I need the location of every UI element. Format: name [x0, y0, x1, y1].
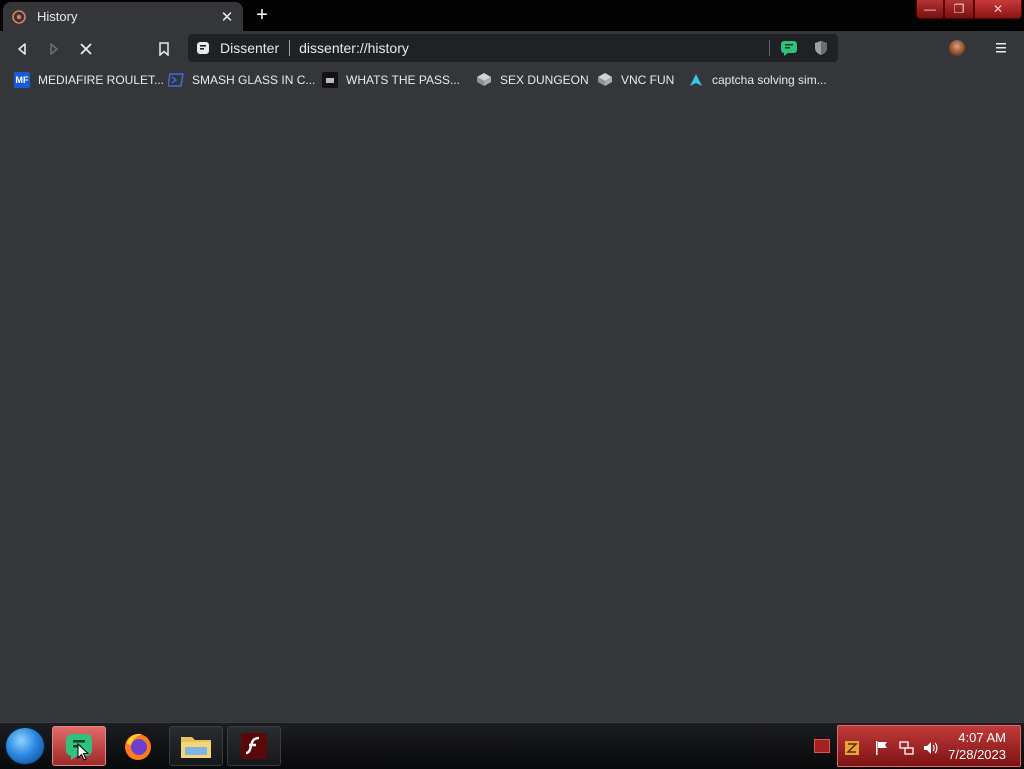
bookmark-label: WHATS THE PASS...	[346, 73, 461, 87]
system-tray: 4:07 AM 7/28/2023	[837, 725, 1021, 767]
mouse-cursor-icon	[77, 743, 89, 761]
powershell-icon	[168, 72, 184, 88]
dissenter-comment-icon[interactable]	[780, 40, 798, 56]
folder-icon	[181, 737, 211, 758]
start-button[interactable]	[6, 728, 44, 764]
bookmark-label: SMASH GLASS IN C...	[192, 73, 316, 87]
address-bar[interactable]: Dissenter dissenter://history	[188, 34, 838, 62]
clock[interactable]: 4:07 AM 7/28/2023	[948, 729, 1006, 763]
taskbar-firefox[interactable]	[111, 726, 165, 766]
stop-button[interactable]	[76, 39, 96, 59]
server-icon	[476, 72, 492, 88]
bookmarks-bar: MF MEDIAFIRE ROULET... SMASH GLASS IN C.…	[0, 66, 1024, 94]
back-button[interactable]	[12, 39, 32, 59]
tab-close-icon[interactable]: ✕	[219, 8, 235, 26]
network-icon[interactable]	[898, 740, 914, 756]
url-text[interactable]: dissenter://history	[299, 40, 769, 56]
bookmark-item-mediafire[interactable]: MF MEDIAFIRE ROULET...	[14, 71, 164, 89]
page-content	[0, 94, 1024, 722]
clock-time: 4:07 AM	[958, 730, 1006, 745]
window-controls: — ❐ ✕	[916, 0, 1022, 19]
taskbar-flash[interactable]	[227, 726, 281, 766]
history-favicon-icon	[11, 9, 27, 25]
action-center-flag-icon[interactable]	[874, 740, 890, 756]
menu-button[interactable]	[994, 41, 1008, 55]
bookmark-item-captcha[interactable]: captcha solving sim...	[688, 71, 827, 89]
site-chip[interactable]: Dissenter	[188, 40, 279, 56]
omnibox-divider	[289, 40, 291, 56]
forward-button[interactable]	[44, 39, 64, 59]
server-icon	[597, 72, 613, 88]
flash-player-icon	[241, 733, 267, 759]
stop-icon	[80, 43, 92, 55]
volume-icon[interactable]	[922, 740, 938, 756]
minimize-button[interactable]: —	[916, 0, 944, 19]
tab-history[interactable]: History ✕	[3, 2, 243, 31]
clock-date: 7/28/2023	[948, 747, 1006, 762]
tray-overflow-icon[interactable]	[814, 739, 830, 753]
firefox-icon	[125, 733, 151, 760]
bookmark-item-sex-dungeon[interactable]: SEX DUNGEON	[476, 71, 589, 89]
new-tab-button[interactable]: +	[251, 5, 273, 27]
bookmark-item-whats-the-pass[interactable]: WHATS THE PASS...	[322, 71, 460, 89]
tab-strip: History ✕ + — ❐ ✕	[0, 0, 1024, 31]
bookmark-item-smash-glass[interactable]: SMASH GLASS IN C...	[168, 71, 315, 89]
mediafire-icon: MF	[14, 72, 30, 88]
dissenter-chip-icon	[197, 42, 209, 54]
bookmark-label: VNC FUN	[621, 73, 675, 87]
terminal-icon	[322, 72, 338, 88]
site-chip-label: Dissenter	[220, 40, 280, 56]
forward-arrow-icon	[50, 43, 58, 55]
maximize-button[interactable]: ❐	[944, 0, 974, 19]
back-arrow-icon	[18, 43, 26, 55]
bookmark-label: SEX DUNGEON	[500, 73, 589, 87]
omnibox-actions-divider	[769, 40, 770, 56]
taskbar-dissenter[interactable]	[52, 726, 106, 766]
bookmark-label: MEDIAFIRE ROULET...	[38, 73, 165, 87]
bookmark-button[interactable]	[154, 39, 174, 59]
close-window-button[interactable]: ✕	[974, 0, 1022, 19]
profile-avatar[interactable]	[949, 40, 965, 56]
omnibox-actions	[769, 40, 838, 56]
taskbar-file-explorer[interactable]	[169, 726, 223, 766]
shield-icon[interactable]	[814, 40, 828, 56]
taskbar: 4:07 AM 7/28/2023	[0, 722, 1024, 769]
bookmark-label: captcha solving sim...	[712, 73, 827, 87]
browser-toolbar: Dissenter dissenter://history	[0, 31, 1024, 66]
hamburger-menu-icon	[996, 43, 1006, 53]
arch-icon	[688, 72, 704, 88]
bookmark-item-vnc-fun[interactable]: VNC FUN	[597, 71, 674, 89]
bookmark-icon	[159, 42, 169, 56]
tab-title: History	[37, 9, 78, 24]
notification-app-icon[interactable]	[844, 740, 860, 756]
